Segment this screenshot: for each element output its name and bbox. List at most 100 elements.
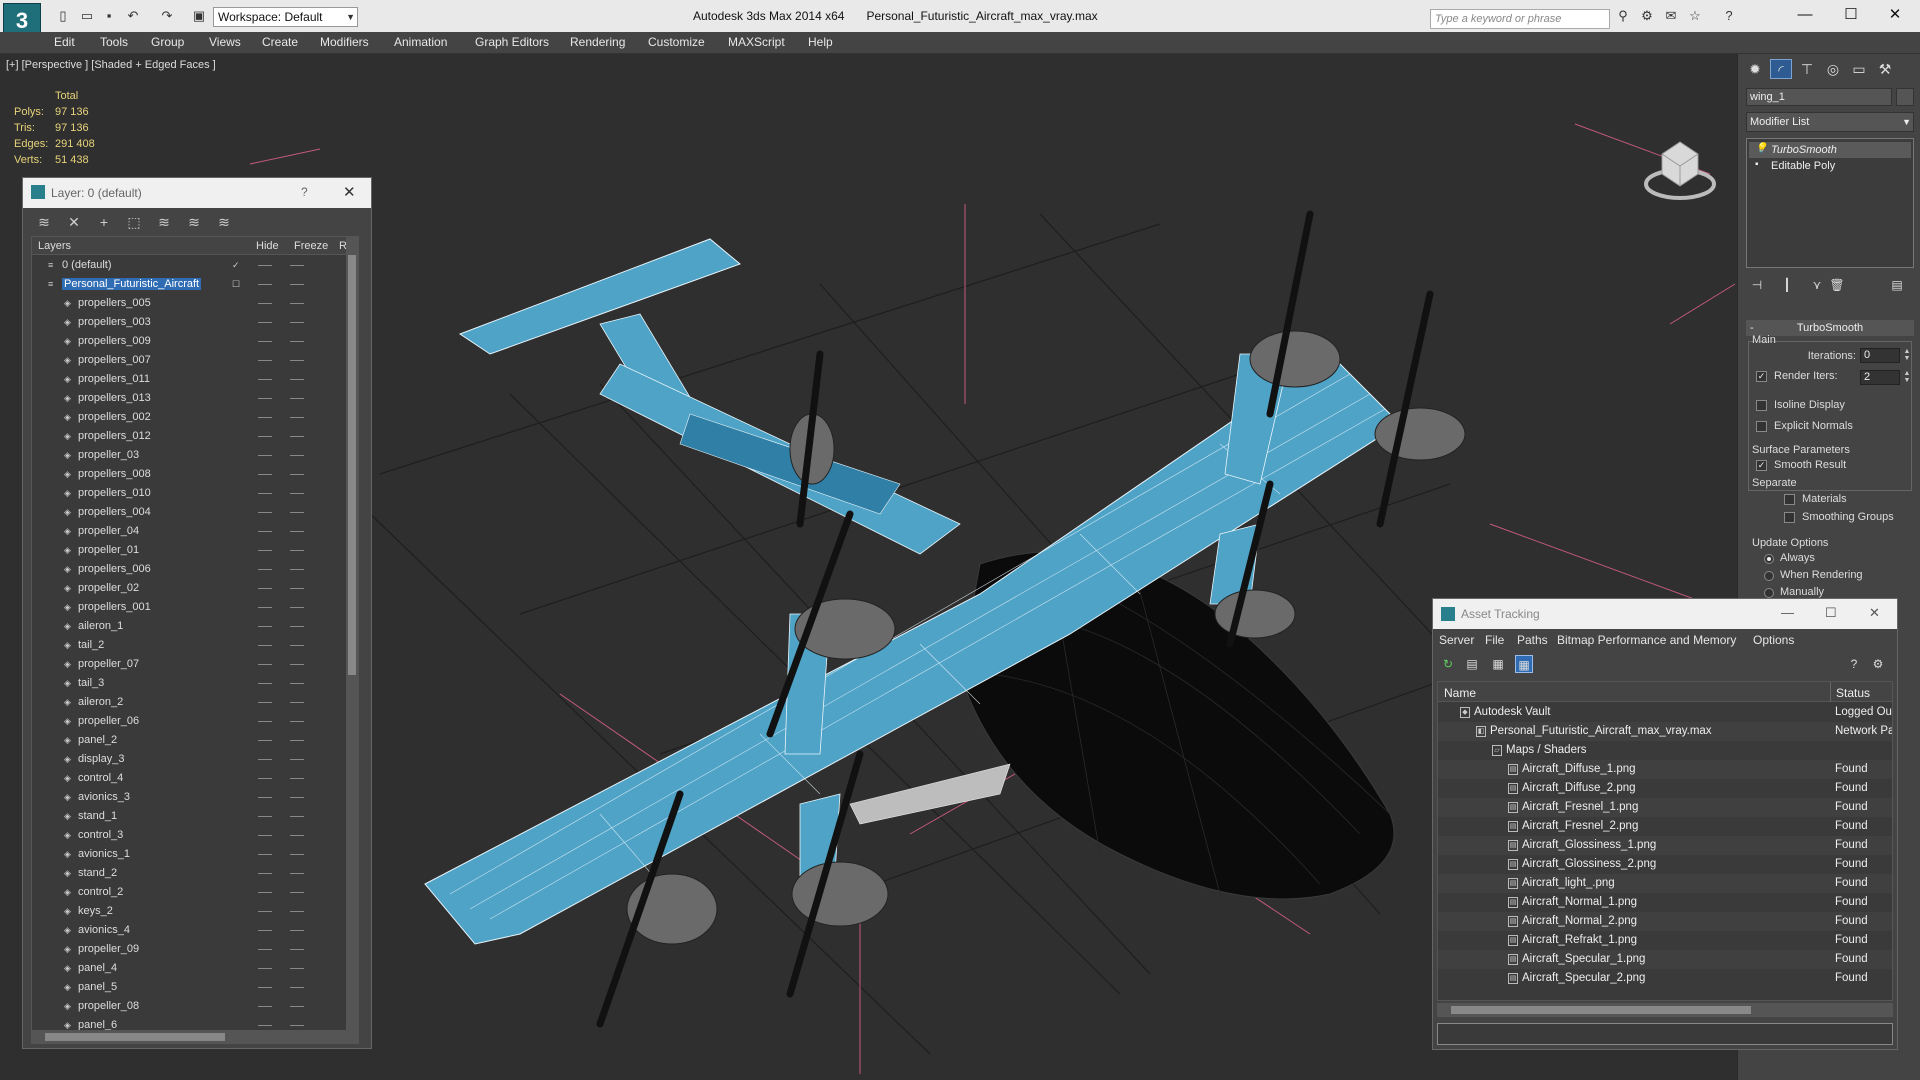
search-input[interactable]: Type a keyword or phrase — [1430, 9, 1610, 29]
smoothing-groups-checkbox[interactable] — [1784, 512, 1795, 523]
asset-row[interactable]: ▤ Aircraft_Normal_2.png Found — [1438, 912, 1892, 931]
layer-row[interactable]: ◈ propellers_002 — [32, 408, 348, 427]
communication-icon[interactable]: ✉ — [1662, 8, 1680, 24]
hide-toggle[interactable] — [258, 569, 272, 570]
layer-window-titlebar[interactable]: Layer: 0 (default) ? ✕ — [23, 178, 371, 208]
hide-toggle[interactable] — [258, 664, 272, 665]
asset-maximize-button[interactable]: ☐ — [1825, 605, 1837, 621]
hide-toggle[interactable] — [258, 911, 272, 912]
layer-row[interactable]: ◈ propeller_07 — [32, 655, 348, 674]
configure-sets-icon[interactable]: ▤ — [1888, 278, 1906, 294]
menu-help[interactable]: Help — [808, 35, 833, 49]
layer-row[interactable]: ◈ panel_5 — [32, 978, 348, 997]
layer-row[interactable]: ◈ propeller_08 — [32, 997, 348, 1016]
layer-row[interactable]: ≡ Personal_Futuristic_Aircraft ☐ — [32, 275, 348, 294]
redo-icon[interactable]: ↷ — [158, 8, 176, 24]
hide-toggle[interactable] — [258, 721, 272, 722]
layer-row[interactable]: ◈ propellers_006 — [32, 560, 348, 579]
set-current-layer-icon[interactable]: ☐ — [232, 279, 242, 289]
col-layers[interactable]: Layers — [38, 240, 71, 252]
layer-row[interactable]: ◈ propeller_02 — [32, 579, 348, 598]
asset-window-titlebar[interactable]: Asset Tracking — ☐ ✕ — [1433, 599, 1897, 629]
layer-row[interactable]: ◈ tail_2 — [32, 636, 348, 655]
hide-toggle[interactable] — [258, 284, 272, 285]
hide-toggle[interactable] — [258, 892, 272, 893]
freeze-toggle[interactable] — [290, 436, 304, 437]
hide-toggle[interactable] — [258, 873, 272, 874]
layer-close-button[interactable]: ✕ — [343, 183, 356, 201]
layer-row[interactable]: ◈ stand_1 — [32, 807, 348, 826]
undo-icon[interactable]: ↶ — [124, 8, 142, 24]
hide-toggle[interactable] — [258, 398, 272, 399]
freeze-all-icon[interactable]: ≋ — [215, 213, 233, 231]
menu-modifiers[interactable]: Modifiers — [320, 35, 369, 49]
select-objects-icon[interactable]: ⬚ — [125, 213, 143, 231]
layer-row[interactable]: ◈ propellers_011 — [32, 370, 348, 389]
add-to-layer-icon[interactable]: + — [95, 213, 113, 231]
asset-row[interactable]: ▤ Aircraft_Specular_1.png Found — [1438, 950, 1892, 969]
freeze-toggle[interactable] — [290, 702, 304, 703]
hide-toggle[interactable] — [258, 816, 272, 817]
remove-modifier-icon[interactable]: 🗑 — [1828, 278, 1846, 294]
asset-row[interactable]: ▤ Aircraft_Diffuse_2.png Found — [1438, 779, 1892, 798]
hide-toggle[interactable] — [258, 607, 272, 608]
freeze-toggle[interactable] — [290, 322, 304, 323]
menu-maxscript[interactable]: MAXScript — [728, 35, 785, 49]
iterations-spinner[interactable]: 0 — [1860, 348, 1900, 363]
spinner-arrows-icon[interactable]: ▲ ▼ — [1902, 348, 1912, 363]
asset-horizontal-scrollbar[interactable] — [1437, 1003, 1893, 1017]
layer-row[interactable]: ◈ propellers_001 — [32, 598, 348, 617]
hide-toggle[interactable] — [258, 512, 272, 513]
hide-toggle[interactable] — [258, 797, 272, 798]
asset-minimize-button[interactable]: — — [1781, 605, 1794, 620]
hide-toggle[interactable] — [258, 550, 272, 551]
stack-item-turbosmooth[interactable]: 💡 TurboSmooth — [1749, 142, 1911, 158]
isoline-display-checkbox[interactable] — [1756, 400, 1767, 411]
subscription-icon[interactable]: ⚙ — [1638, 8, 1656, 24]
freeze-toggle[interactable] — [290, 968, 304, 969]
layer-row[interactable]: ◈ propellers_008 — [32, 465, 348, 484]
scroll-thumb[interactable] — [1451, 1006, 1751, 1014]
display-tab-icon[interactable]: ▭ — [1848, 59, 1870, 79]
pin-stack-icon[interactable]: ⊣ — [1748, 278, 1766, 294]
freeze-toggle[interactable] — [290, 892, 304, 893]
asset-menu-file[interactable]: File — [1485, 633, 1504, 647]
list-view-icon[interactable]: ▤ — [1463, 655, 1481, 673]
freeze-toggle[interactable] — [290, 664, 304, 665]
asset-menu-server[interactable]: Server — [1439, 633, 1474, 647]
asset-row[interactable]: ▤ Aircraft_Diffuse_1.png Found — [1438, 760, 1892, 779]
freeze-toggle[interactable] — [290, 873, 304, 874]
hide-toggle[interactable] — [258, 702, 272, 703]
motion-tab-icon[interactable]: ◎ — [1822, 59, 1844, 79]
hide-toggle[interactable] — [258, 303, 272, 304]
layer-row[interactable]: ◈ propellers_003 — [32, 313, 348, 332]
asset-row[interactable]: ▤ Aircraft_Normal_1.png Found — [1438, 893, 1892, 912]
create-layer-icon[interactable]: ≋ — [35, 213, 53, 231]
freeze-toggle[interactable] — [290, 987, 304, 988]
menu-rendering[interactable]: Rendering — [570, 35, 625, 49]
layer-row[interactable]: ◈ propeller_01 — [32, 541, 348, 560]
layer-row[interactable]: ◈ propellers_013 — [32, 389, 348, 408]
scroll-thumb[interactable] — [348, 255, 356, 675]
active-layer-check-icon[interactable]: ✓ — [232, 260, 242, 270]
menu-graph-editors[interactable]: Graph Editors — [475, 35, 549, 49]
when-rendering-radio[interactable] — [1764, 571, 1774, 581]
hide-toggle[interactable] — [258, 379, 272, 380]
object-color-swatch[interactable] — [1896, 88, 1914, 106]
hide-toggle[interactable] — [258, 531, 272, 532]
freeze-toggle[interactable] — [290, 911, 304, 912]
refresh-icon[interactable]: ↻ — [1439, 655, 1457, 673]
asset-row[interactable]: ▱ Maps / Shaders — [1438, 741, 1892, 760]
layer-row[interactable]: ◈ propellers_004 — [32, 503, 348, 522]
layer-row[interactable]: ◈ stand_2 — [32, 864, 348, 883]
settings-icon[interactable]: ⚙ — [1869, 655, 1887, 673]
minimize-button[interactable]: — — [1790, 4, 1820, 26]
layer-row[interactable]: ◈ propellers_007 — [32, 351, 348, 370]
layer-row[interactable]: ◈ control_3 — [32, 826, 348, 845]
asset-menu-options[interactable]: Options — [1753, 633, 1794, 647]
hide-toggle[interactable] — [258, 759, 272, 760]
viewport-label[interactable]: [+] [Perspective ] [Shaded + Edged Faces… — [6, 59, 216, 71]
maximize-button[interactable]: ☐ — [1836, 4, 1866, 26]
help-icon[interactable]: ? — [1720, 8, 1738, 24]
object-name-field[interactable]: wing_1 — [1746, 88, 1892, 106]
